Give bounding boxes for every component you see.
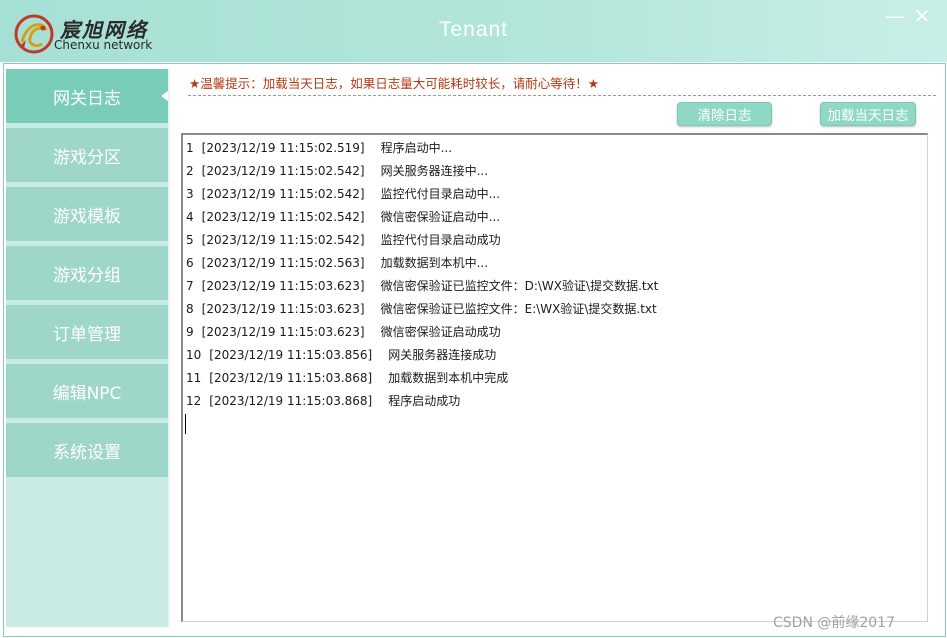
log-textarea[interactable]: 1 [2023/12/19 11:15:02.519] 程序启动中... 2 [202… (181, 133, 928, 622)
sidebar-item-gateway-log[interactable]: 网关日志 (6, 69, 175, 123)
sidebar-item-game-zones[interactable]: 游戏分区 (6, 128, 168, 182)
log-line: 2 [2023/12/19 11:15:02.542] 网关服务器连接中... (186, 161, 488, 181)
log-line-number: 1 (186, 141, 194, 155)
log-line: 11 [2023/12/19 11:15:03.868] 加载数据到本机中完成 (186, 368, 508, 388)
sidebar-item-label: 编辑NPC (52, 383, 122, 404)
log-line-number: 10 (186, 348, 202, 362)
log-message: 监控代付目录启动中... (380, 187, 501, 201)
log-line-number: 12 (186, 394, 202, 408)
log-timestamp: [2023/12/19 11:15:03.623] (201, 279, 365, 293)
log-message: 微信密保验证启动成功 (380, 325, 501, 339)
log-line-number: 3 (186, 187, 194, 201)
window-title: Tenant (438, 18, 509, 41)
log-message: 微信密保验证已监控文件：D:\WX验证\提交数据.txt (380, 279, 659, 293)
log-message: 网关服务器连接中... (380, 164, 489, 178)
log-line: 9 [2023/12/19 11:15:03.623] 微信密保验证启动成功 (186, 322, 501, 342)
log-message: 加载数据到本机中... (380, 256, 489, 270)
log-line: 3 [2023/12/19 11:15:02.542] 监控代付目录启动中... (186, 184, 500, 204)
log-timestamp: [2023/12/19 11:15:03.623] (201, 325, 365, 339)
sidebar-divider (168, 69, 170, 627)
log-message: 网关服务器连接成功 (388, 348, 497, 362)
text-caret (185, 414, 186, 434)
sidebar-item-game-templates[interactable]: 游戏模板 (6, 187, 168, 241)
log-message: 微信密保验证启动中... (380, 210, 501, 224)
log-line: 1 [2023/12/19 11:15:02.519] 程序启动中... (186, 138, 452, 158)
watermark: CSDN @前缘2017 (773, 615, 895, 631)
log-line-number: 9 (186, 325, 194, 339)
log-message: 微信密保验证已监控文件：E:\WX验证\提交数据.txt (380, 302, 657, 316)
log-line-number: 6 (186, 256, 194, 270)
log-line: 12 [2023/12/19 11:15:03.868] 程序启动成功 (186, 391, 460, 411)
title-bar[interactable]: 宸旭网络 Chenxu network Tenant — ✕ (0, 0, 947, 62)
log-timestamp: [2023/12/19 11:15:03.856] (209, 348, 373, 362)
sidebar-item-label: 游戏分区 (53, 147, 121, 168)
log-timestamp: [2023/12/19 11:15:03.868] (209, 371, 373, 385)
sidebar: 网关日志 游戏分区 游戏模板 游戏分组 订单管理 编辑NPC 系统设置 (6, 69, 175, 627)
log-timestamp: [2023/12/19 11:15:03.623] (201, 302, 365, 316)
sidebar-item-label: 订单管理 (53, 324, 121, 345)
minimize-icon[interactable]: — (884, 6, 906, 26)
log-line-number: 11 (186, 371, 202, 385)
log-line-number: 8 (186, 302, 194, 316)
log-line-number: 5 (186, 233, 194, 247)
log-line: 8 [2023/12/19 11:15:03.623] 微信密保验证已监控文件：E:… (186, 299, 657, 319)
log-line: 5 [2023/12/19 11:15:02.542] 监控代付目录启动成功 (186, 230, 501, 250)
log-line-number: 2 (186, 164, 194, 178)
sidebar-item-label: 系统设置 (53, 442, 121, 463)
clear-log-button[interactable]: 清除日志 (677, 102, 772, 126)
sidebar-item-orders[interactable]: 订单管理 (6, 305, 168, 359)
log-line: 4 [2023/12/19 11:15:02.542] 微信密保验证启动中... (186, 207, 500, 227)
sidebar-item-game-groups[interactable]: 游戏分组 (6, 246, 168, 300)
sidebar-item-edit-npc[interactable]: 编辑NPC (6, 364, 168, 418)
sidebar-item-label: 游戏分组 (53, 265, 121, 286)
log-timestamp: [2023/12/19 11:15:02.519] (201, 141, 365, 155)
log-timestamp: [2023/12/19 11:15:02.542] (201, 210, 365, 224)
load-today-log-button[interactable]: 加载当天日志 (820, 102, 916, 126)
log-line: 10 [2023/12/19 11:15:03.856] 网关服务器连接成功 (186, 345, 496, 365)
log-message: 程序启动中... (380, 141, 453, 155)
log-message: 加载数据到本机中完成 (388, 371, 509, 385)
dashed-divider (188, 95, 936, 96)
tip-text: ★温馨提示：加载当天日志，如果日志量大可能耗时较长，请耐心等待！★ (189, 76, 599, 91)
sidebar-item-label: 游戏模板 (53, 206, 121, 227)
log-line-number: 7 (186, 279, 194, 293)
log-message: 程序启动成功 (388, 394, 461, 408)
log-timestamp: [2023/12/19 11:15:02.542] (201, 187, 365, 201)
log-line: 6 [2023/12/19 11:15:02.563] 加载数据到本机中... (186, 253, 488, 273)
log-line: 7 [2023/12/19 11:15:03.623] 微信密保验证已监控文件：D:… (186, 276, 658, 296)
log-timestamp: [2023/12/19 11:15:02.542] (201, 233, 365, 247)
log-timestamp: [2023/12/19 11:15:02.563] (201, 256, 365, 270)
log-timestamp: [2023/12/19 11:15:03.868] (209, 394, 373, 408)
sidebar-item-system-settings[interactable]: 系统设置 (6, 423, 168, 477)
close-icon[interactable]: ✕ (911, 6, 933, 26)
sidebar-item-label: 网关日志 (53, 88, 121, 109)
log-timestamp: [2023/12/19 11:15:02.542] (201, 164, 365, 178)
log-line-number: 4 (186, 210, 194, 224)
log-message: 监控代付目录启动成功 (380, 233, 501, 247)
